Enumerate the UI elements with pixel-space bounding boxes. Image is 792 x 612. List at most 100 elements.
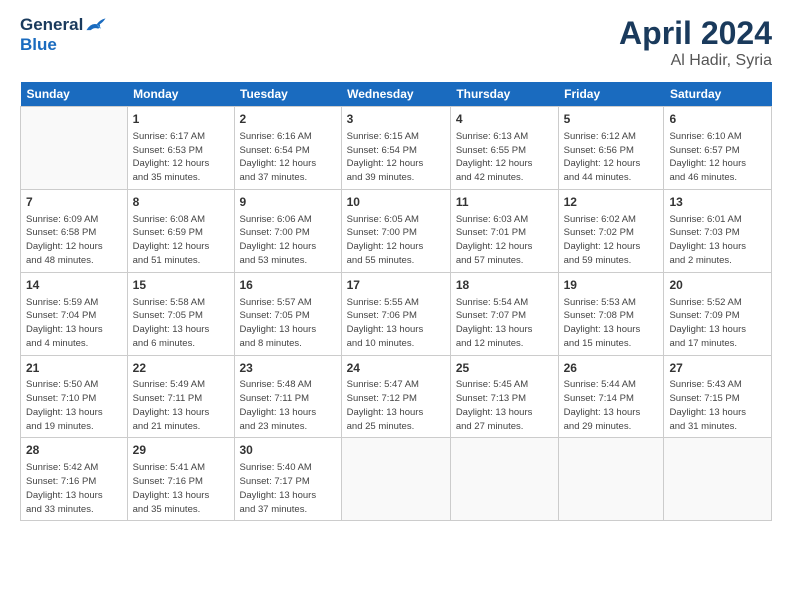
day-info: Sunrise: 6:13 AM Sunset: 6:55 PM Dayligh… xyxy=(456,130,553,185)
day-info: Sunrise: 6:10 AM Sunset: 6:57 PM Dayligh… xyxy=(669,130,766,185)
header-sunday: Sunday xyxy=(21,82,128,107)
day-number: 7 xyxy=(26,194,122,211)
table-row: 3 Sunrise: 6:15 AM Sunset: 6:54 PM Daylig… xyxy=(341,107,450,190)
day-info: Sunrise: 6:15 AM Sunset: 6:54 PM Dayligh… xyxy=(347,130,445,185)
day-info: Sunrise: 5:49 AM Sunset: 7:11 PM Dayligh… xyxy=(133,378,229,433)
table-row: 15 Sunrise: 5:58 AM Sunset: 7:05 PM Dayli… xyxy=(127,272,234,355)
day-info: Sunrise: 6:16 AM Sunset: 6:54 PM Dayligh… xyxy=(240,130,336,185)
table-row: 21Sunrise: 5:50 AM Sunset: 7:10 PM Dayli… xyxy=(21,355,128,438)
table-row: 4 Sunrise: 6:13 AM Sunset: 6:55 PM Daylig… xyxy=(450,107,558,190)
table-row: 28Sunrise: 5:42 AM Sunset: 7:16 PM Dayli… xyxy=(21,438,128,521)
month-title: April 2024 xyxy=(619,15,772,52)
table-row: 27Sunrise: 5:43 AM Sunset: 7:15 PM Dayli… xyxy=(664,355,772,438)
header-thursday: Thursday xyxy=(450,82,558,107)
table-row xyxy=(21,107,128,190)
day-number: 17 xyxy=(347,277,445,294)
table-row: 24Sunrise: 5:47 AM Sunset: 7:12 PM Dayli… xyxy=(341,355,450,438)
table-row: 9 Sunrise: 6:06 AM Sunset: 7:00 PM Daylig… xyxy=(234,189,341,272)
day-info: Sunrise: 6:02 AM Sunset: 7:02 PM Dayligh… xyxy=(564,213,659,268)
logo-bird-icon xyxy=(85,16,107,34)
table-row xyxy=(558,438,664,521)
day-info: Sunrise: 5:43 AM Sunset: 7:15 PM Dayligh… xyxy=(669,378,766,433)
day-number: 24 xyxy=(347,360,445,377)
table-row: 30 Sunrise: 5:40 AM Sunset: 7:17 PM Dayli… xyxy=(234,438,341,521)
header-friday: Friday xyxy=(558,82,664,107)
table-row: 11 Sunrise: 6:03 AM Sunset: 7:01 PM Dayli… xyxy=(450,189,558,272)
day-info: Sunrise: 5:54 AM Sunset: 7:07 PM Dayligh… xyxy=(456,296,553,351)
table-row: 17 Sunrise: 5:55 AM Sunset: 7:06 PM Dayli… xyxy=(341,272,450,355)
day-number: 8 xyxy=(133,194,229,211)
day-info: Sunrise: 5:57 AM Sunset: 7:05 PM Dayligh… xyxy=(240,296,336,351)
table-row xyxy=(450,438,558,521)
day-number: 16 xyxy=(240,277,336,294)
day-number: 28 xyxy=(26,442,122,459)
calendar-week-2: 7Sunrise: 6:09 AM Sunset: 6:58 PM Daylig… xyxy=(21,189,772,272)
day-info: Sunrise: 6:05 AM Sunset: 7:00 PM Dayligh… xyxy=(347,213,445,268)
day-info: Sunrise: 5:41 AM Sunset: 7:16 PM Dayligh… xyxy=(133,461,229,516)
day-number: 29 xyxy=(133,442,229,459)
table-row: 10 Sunrise: 6:05 AM Sunset: 7:00 PM Dayli… xyxy=(341,189,450,272)
day-info: Sunrise: 5:59 AM Sunset: 7:04 PM Dayligh… xyxy=(26,296,122,351)
day-number: 1 xyxy=(133,111,229,128)
calendar-header-row: Sunday Monday Tuesday Wednesday Thursday… xyxy=(21,82,772,107)
day-info: Sunrise: 5:52 AM Sunset: 7:09 PM Dayligh… xyxy=(669,296,766,351)
day-info: Sunrise: 5:50 AM Sunset: 7:10 PM Dayligh… xyxy=(26,378,122,433)
table-row: 7Sunrise: 6:09 AM Sunset: 6:58 PM Daylig… xyxy=(21,189,128,272)
table-row: 8Sunrise: 6:08 AM Sunset: 6:59 PM Daylig… xyxy=(127,189,234,272)
table-row: 2Sunrise: 6:16 AM Sunset: 6:54 PM Daylig… xyxy=(234,107,341,190)
day-number: 14 xyxy=(26,277,122,294)
table-row: 18 Sunrise: 5:54 AM Sunset: 7:07 PM Dayli… xyxy=(450,272,558,355)
day-info: Sunrise: 5:44 AM Sunset: 7:14 PM Dayligh… xyxy=(564,378,659,433)
table-row: 13Sunrise: 6:01 AM Sunset: 7:03 PM Dayli… xyxy=(664,189,772,272)
day-info: Sunrise: 6:17 AM Sunset: 6:53 PM Dayligh… xyxy=(133,130,229,185)
day-number: 20 xyxy=(669,277,766,294)
calendar-table: Sunday Monday Tuesday Wednesday Thursday… xyxy=(20,82,772,521)
day-info: Sunrise: 5:40 AM Sunset: 7:17 PM Dayligh… xyxy=(240,461,336,516)
logo-blue-text: Blue xyxy=(20,35,57,55)
table-row: 1 Sunrise: 6:17 AM Sunset: 6:53 PM Daylig… xyxy=(127,107,234,190)
logo-general-text: General xyxy=(20,15,83,35)
header-wednesday: Wednesday xyxy=(341,82,450,107)
day-number: 27 xyxy=(669,360,766,377)
day-number: 12 xyxy=(564,194,659,211)
day-info: Sunrise: 6:06 AM Sunset: 7:00 PM Dayligh… xyxy=(240,213,336,268)
header-tuesday: Tuesday xyxy=(234,82,341,107)
day-info: Sunrise: 5:55 AM Sunset: 7:06 PM Dayligh… xyxy=(347,296,445,351)
table-row: 5 Sunrise: 6:12 AM Sunset: 6:56 PM Daylig… xyxy=(558,107,664,190)
table-row: 20 Sunrise: 5:52 AM Sunset: 7:09 PM Dayli… xyxy=(664,272,772,355)
day-info: Sunrise: 5:45 AM Sunset: 7:13 PM Dayligh… xyxy=(456,378,553,433)
day-number: 23 xyxy=(240,360,336,377)
logo: General Blue xyxy=(20,15,107,55)
day-number: 5 xyxy=(564,111,659,128)
day-info: Sunrise: 5:47 AM Sunset: 7:12 PM Dayligh… xyxy=(347,378,445,433)
day-number: 25 xyxy=(456,360,553,377)
day-number: 15 xyxy=(133,277,229,294)
table-row: 26Sunrise: 5:44 AM Sunset: 7:14 PM Dayli… xyxy=(558,355,664,438)
day-number: 19 xyxy=(564,277,659,294)
table-row: 16 Sunrise: 5:57 AM Sunset: 7:05 PM Dayli… xyxy=(234,272,341,355)
day-info: Sunrise: 5:48 AM Sunset: 7:11 PM Dayligh… xyxy=(240,378,336,433)
calendar-week-4: 21Sunrise: 5:50 AM Sunset: 7:10 PM Dayli… xyxy=(21,355,772,438)
day-number: 30 xyxy=(240,442,336,459)
day-number: 18 xyxy=(456,277,553,294)
day-number: 4 xyxy=(456,111,553,128)
day-number: 21 xyxy=(26,360,122,377)
day-number: 9 xyxy=(240,194,336,211)
day-info: Sunrise: 6:03 AM Sunset: 7:01 PM Dayligh… xyxy=(456,213,553,268)
header-saturday: Saturday xyxy=(664,82,772,107)
day-number: 11 xyxy=(456,194,553,211)
table-row: 19Sunrise: 5:53 AM Sunset: 7:08 PM Dayli… xyxy=(558,272,664,355)
page-header: General Blue April 2024 Al Hadir, Syria xyxy=(20,15,772,70)
day-number: 10 xyxy=(347,194,445,211)
table-row: 23Sunrise: 5:48 AM Sunset: 7:11 PM Dayli… xyxy=(234,355,341,438)
table-row xyxy=(341,438,450,521)
day-info: Sunrise: 6:12 AM Sunset: 6:56 PM Dayligh… xyxy=(564,130,659,185)
table-row: 14 Sunrise: 5:59 AM Sunset: 7:04 PM Dayli… xyxy=(21,272,128,355)
day-number: 26 xyxy=(564,360,659,377)
day-info: Sunrise: 5:58 AM Sunset: 7:05 PM Dayligh… xyxy=(133,296,229,351)
day-number: 22 xyxy=(133,360,229,377)
day-number: 3 xyxy=(347,111,445,128)
table-row: 22Sunrise: 5:49 AM Sunset: 7:11 PM Dayli… xyxy=(127,355,234,438)
day-number: 13 xyxy=(669,194,766,211)
calendar-week-3: 14 Sunrise: 5:59 AM Sunset: 7:04 PM Dayli… xyxy=(21,272,772,355)
